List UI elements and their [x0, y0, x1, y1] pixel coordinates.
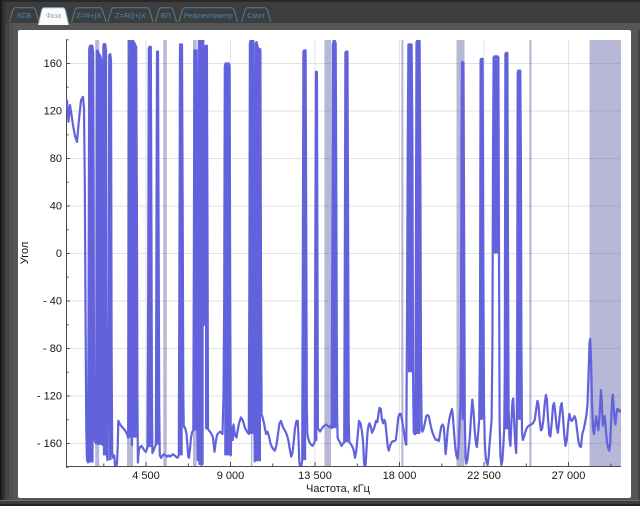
- svg-text:27 000: 27 000: [552, 470, 586, 482]
- svg-text:- 120: - 120: [37, 391, 62, 403]
- svg-text:Фаза: Фаза: [46, 11, 62, 20]
- svg-text:18 000: 18 000: [383, 470, 417, 482]
- svg-text:0: 0: [56, 248, 62, 260]
- svg-text:Смит: Смит: [247, 11, 266, 20]
- svg-text:22 500: 22 500: [467, 470, 501, 482]
- svg-text:Частота, кГц: Частота, кГц: [306, 483, 371, 495]
- svg-text:ВП: ВП: [161, 11, 171, 20]
- svg-text:80: 80: [50, 153, 62, 165]
- svg-text:- 40: - 40: [43, 296, 62, 308]
- svg-text:- 160: - 160: [37, 438, 62, 450]
- svg-text:Угол: Угол: [19, 242, 31, 265]
- svg-text:Рефлектометр: Рефлектометр: [184, 11, 233, 20]
- svg-text:КСВ: КСВ: [17, 11, 31, 20]
- svg-text:- 80: - 80: [43, 343, 62, 355]
- svg-text:160: 160: [44, 58, 62, 70]
- svg-text:120: 120: [44, 106, 62, 118]
- svg-text:13 500: 13 500: [298, 470, 332, 482]
- svg-text:Z=R||+jX: Z=R||+jX: [115, 11, 146, 20]
- svg-text:Z=R+jX: Z=R+jX: [76, 11, 101, 20]
- svg-text:4 500: 4 500: [132, 470, 160, 482]
- svg-text:40: 40: [50, 201, 62, 213]
- svg-text:9 000: 9 000: [217, 470, 245, 482]
